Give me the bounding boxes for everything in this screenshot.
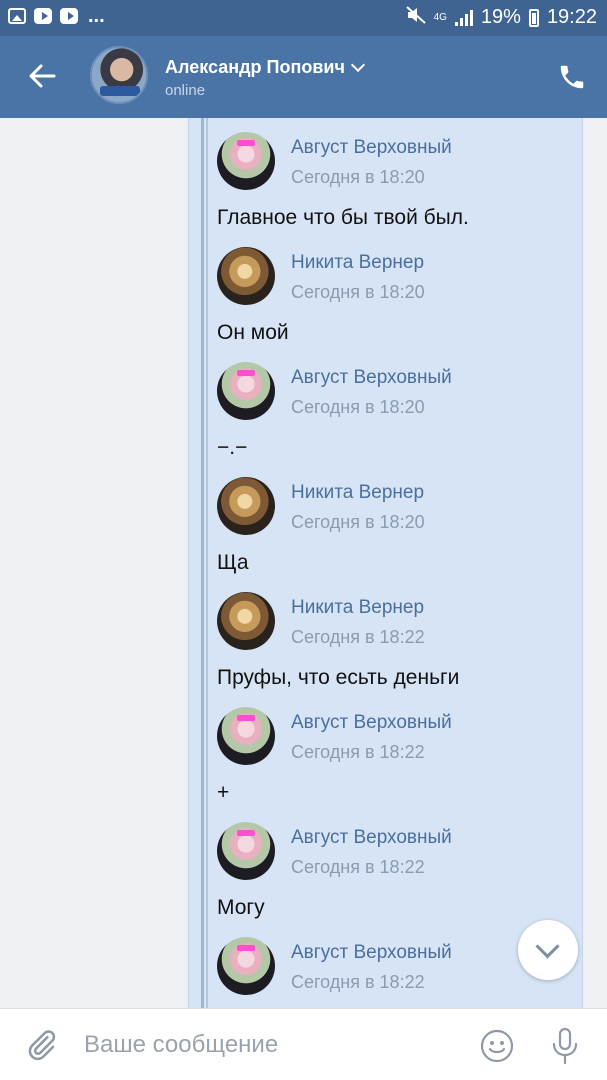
message-author: Никита Вернер — [291, 252, 425, 273]
forwarded-message[interactable]: Август Верховный Сегодня в 18:20 −.− — [217, 348, 577, 463]
anime-avatar — [217, 132, 275, 190]
message-author: Август Верховный — [291, 367, 452, 388]
forwarded-message[interactable]: Никита Вернер Сегодня в 18:22 Пруфы, что… — [217, 578, 577, 693]
message-author: Август Верховный — [291, 827, 452, 848]
message-time: Сегодня в 18:20 — [291, 282, 425, 302]
image-icon — [8, 8, 26, 24]
contact-name: Александр Попович — [165, 57, 345, 77]
forwarded-message[interactable]: Никита Вернер Сегодня в 18:20 Ща — [217, 463, 577, 578]
anime-avatar — [217, 937, 275, 995]
battery-percent: 19% — [480, 6, 521, 28]
anime-avatar — [217, 822, 275, 880]
scroll-down-button[interactable] — [518, 920, 578, 980]
message-time: Сегодня в 18:20 — [291, 167, 425, 187]
forward-indicator-line — [206, 118, 208, 1008]
back-arrow-icon — [29, 64, 56, 88]
message-author: Никита Вернер — [291, 482, 425, 503]
battery-icon — [528, 8, 539, 27]
more-dots-icon: ... — [88, 5, 105, 27]
avatar[interactable] — [90, 46, 148, 104]
message-text: Пруфы, что есьть деньги — [217, 666, 460, 689]
anime-avatar — [217, 362, 275, 420]
network-type: 4G — [433, 12, 447, 23]
youtube-icon — [34, 8, 52, 24]
forwarded-message[interactable]: Август Верховный Сегодня в 18:22 + — [217, 693, 577, 808]
chat-header: Александр Попович online — [0, 36, 607, 118]
signal-icon — [454, 9, 473, 26]
status-bar: ... 4G 19% 19:22 — [0, 0, 607, 36]
message-text: Главное что бы твой был. — [217, 206, 469, 229]
call-button[interactable] — [557, 62, 587, 92]
attach-button[interactable] — [24, 1027, 58, 1063]
message-author: Август Верховный — [291, 942, 452, 963]
message-time: Сегодня в 18:22 — [291, 857, 425, 877]
message-author: Никита Вернер — [291, 597, 425, 618]
forwarded-message[interactable]: Август Верховный Сегодня в 18:20 Главное… — [217, 118, 577, 233]
message-time: Сегодня в 18:20 — [291, 512, 425, 532]
emoji-icon — [480, 1029, 514, 1063]
back-button[interactable] — [26, 60, 58, 92]
microphone-icon — [552, 1027, 578, 1065]
message-text: Могу — [217, 896, 265, 919]
forwarded-message[interactable]: Никита Вернер Сегодня в 18:20 Он мой — [217, 233, 577, 348]
message-author: Август Верховный — [291, 137, 452, 158]
forward-indicator-line — [201, 118, 204, 1008]
youtube-icon — [60, 8, 78, 24]
cat-avatar — [217, 592, 275, 650]
voice-button[interactable] — [550, 1027, 580, 1065]
message-text: −.− — [217, 436, 248, 459]
message-text: + — [217, 781, 230, 804]
forwarded-message[interactable]: Август Верховный Сегодня в 18:22 Могу — [217, 808, 577, 923]
contact-name-row[interactable]: Александр Попович — [165, 57, 365, 78]
phone-icon — [560, 65, 584, 89]
message-text: Ща — [217, 551, 249, 574]
notification-icons: ... — [8, 5, 105, 27]
message-author: Август Верховный — [291, 712, 452, 733]
message-time: Сегодня в 18:22 — [291, 742, 425, 762]
mute-icon — [405, 6, 426, 29]
message-time: Сегодня в 18:22 — [291, 972, 425, 992]
message-list[interactable]: Август Верховный Сегодня в 18:20 Главное… — [0, 118, 607, 1008]
system-icons: 4G 19% 19:22 — [405, 6, 597, 29]
message-input[interactable] — [84, 1027, 464, 1063]
cat-avatar — [217, 477, 275, 535]
anime-avatar — [217, 707, 275, 765]
message-text: Он мой — [217, 321, 289, 344]
paperclip-icon — [28, 1030, 56, 1061]
message-time: Сегодня в 18:22 — [291, 627, 425, 647]
contact-status: online — [165, 82, 206, 99]
status-time: 19:22 — [546, 6, 597, 28]
message-time: Сегодня в 18:20 — [291, 397, 425, 417]
cat-avatar — [217, 247, 275, 305]
emoji-button[interactable] — [480, 1029, 514, 1063]
chevron-down-icon — [350, 57, 365, 73]
message-input-bar — [0, 1008, 607, 1080]
